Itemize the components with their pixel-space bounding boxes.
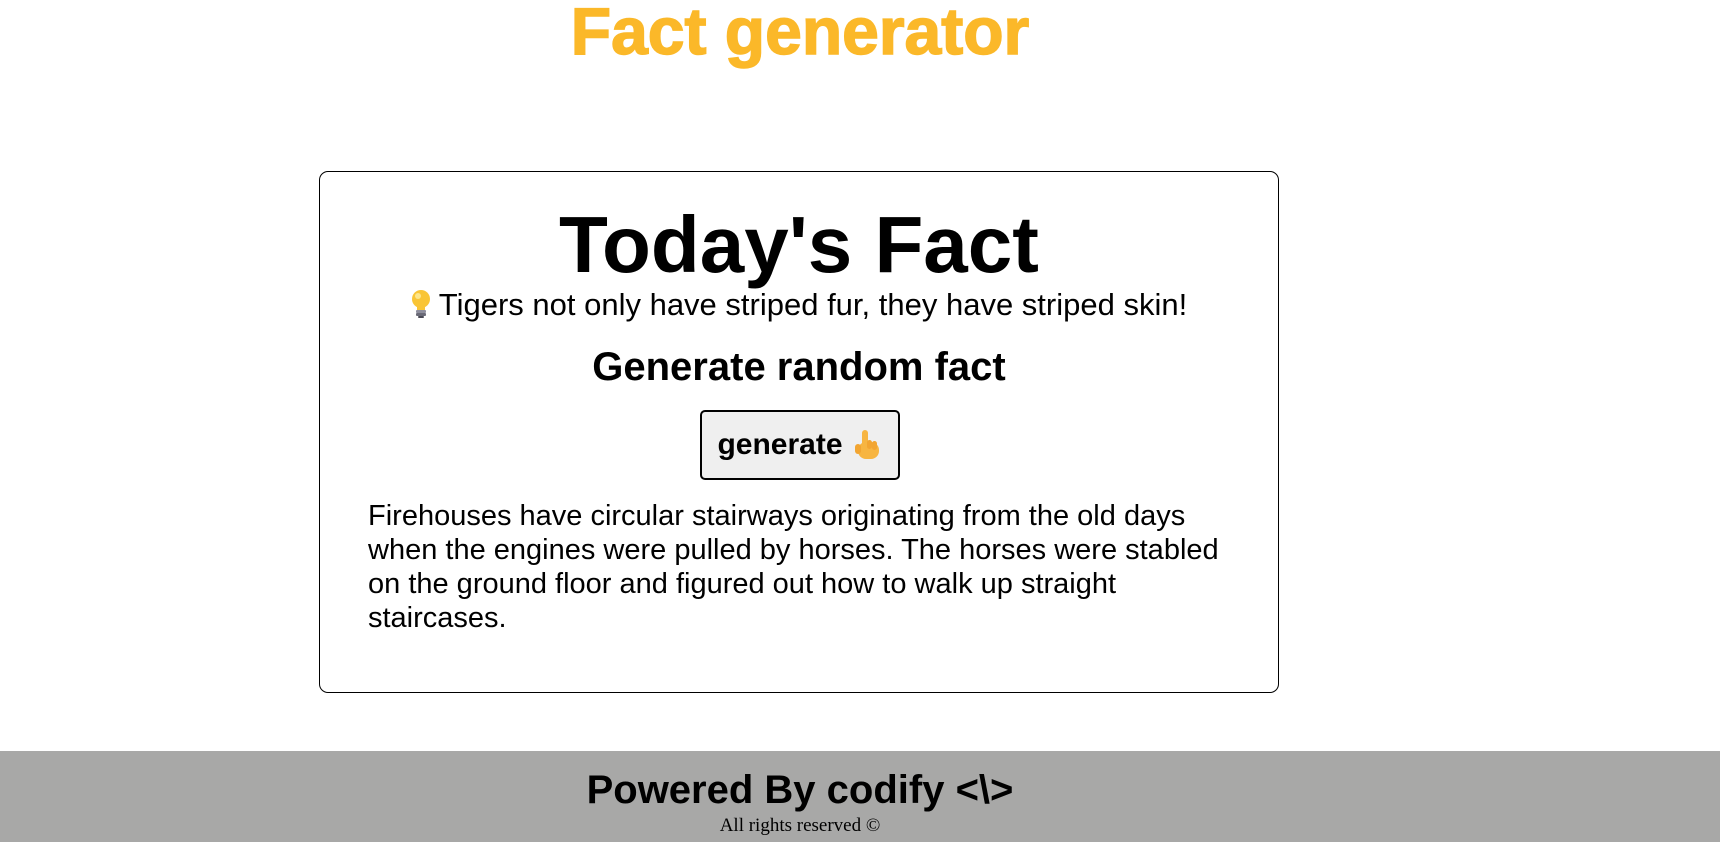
- pointing-hand-icon: [853, 428, 883, 462]
- featured-fact-text: Tigers not only have striped fur, they h…: [438, 287, 1188, 322]
- rights-notice: All rights reserved ©: [719, 815, 881, 836]
- featured-fact: Tigers not only have striped fur, they h…: [320, 286, 1278, 324]
- generated-fact: Firehouses have circular stairways origi…: [368, 500, 1219, 634]
- page: Fact generator Today's Fact Tigers not o…: [0, 0, 1720, 842]
- generate-button-label: generate: [717, 428, 843, 461]
- card-title: Today's Fact: [559, 200, 1039, 289]
- lightbulb-icon: [411, 289, 431, 319]
- site-title: Fact generator: [570, 0, 1030, 68]
- fact-card: Today's Fact Tigers not only have stripe…: [319, 171, 1279, 693]
- footer: Powered By codify <\> All rights reserve…: [0, 751, 1720, 842]
- generate-button[interactable]: generate: [700, 410, 900, 480]
- powered-by: Powered By codify <\>: [586, 768, 1014, 812]
- generate-heading: Generate random fact: [592, 345, 1006, 389]
